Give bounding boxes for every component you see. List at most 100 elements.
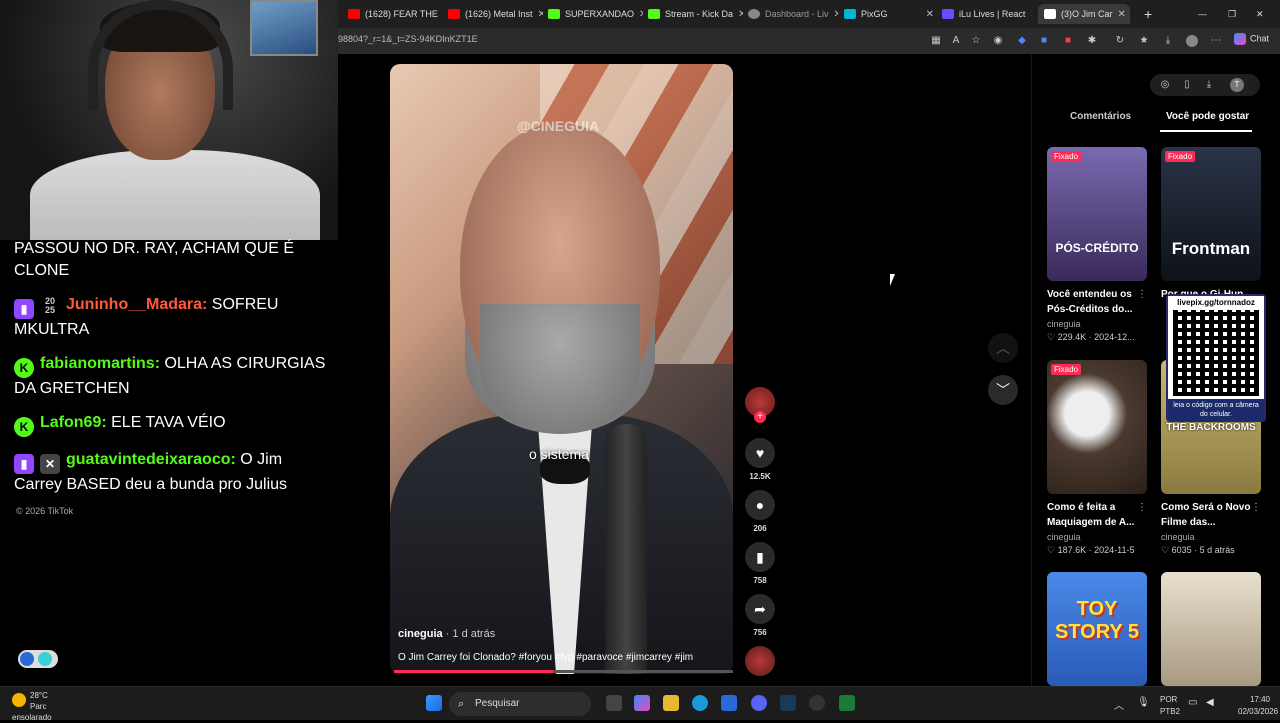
more-icon[interactable]: ⋮ [1137, 289, 1147, 300]
card-title[interactable]: Você entendeu os Pós-Créditos do... [1047, 287, 1147, 317]
browser-tab[interactable]: iLu Lives | React✕ [942, 4, 1032, 24]
close-icon[interactable]: ✕ [926, 9, 934, 20]
card-title[interactable]: Como é feita a Maquiagem de A... [1047, 500, 1147, 530]
copilot-icon[interactable] [634, 695, 650, 711]
creator-avatar[interactable]: + [745, 387, 775, 417]
share-action[interactable]: ➦756 [745, 594, 775, 637]
weather-widget[interactable]: 28°C Parc ensolarado [12, 690, 70, 723]
browser-tab-active[interactable]: (3)O Jim Car✕ [1038, 4, 1130, 24]
browser-tab[interactable]: PixGG✕ [844, 4, 934, 24]
chevron-up-icon[interactable]: ︿ [1114, 697, 1126, 709]
previous-video-button[interactable]: ︿ [988, 333, 1018, 363]
browser-tab[interactable]: Stream - Kick Da ✕ [648, 4, 743, 24]
video-card[interactable]: Fixado PÓS-CRÉDITO Você entendeu os Pós-… [1047, 147, 1147, 343]
video-card[interactable] [1161, 572, 1261, 686]
mouse-cursor [890, 274, 900, 286]
author-name[interactable]: cineguia [398, 628, 443, 640]
translate-icon[interactable]: A [950, 35, 962, 47]
next-video-button[interactable]: ﹀ [988, 375, 1018, 405]
video-player[interactable] [390, 64, 733, 674]
video-author[interactable]: cineguia · 1 d atrás [398, 628, 495, 640]
card-author[interactable]: cineguia [1161, 532, 1261, 542]
grid-icon[interactable]: ▦ [930, 35, 942, 47]
extension-icon[interactable]: ■ [1062, 35, 1074, 47]
edge-icon[interactable] [692, 695, 708, 711]
share-icon[interactable]: ➦ [745, 594, 775, 624]
extension-icon[interactable]: ◉ [992, 35, 1004, 47]
puzzle-icon[interactable]: ✱ [1086, 35, 1098, 47]
video-card[interactable]: TOY STORY 5 [1047, 572, 1147, 686]
extension-icon[interactable]: ■ [1038, 35, 1050, 47]
favorites-icon[interactable]: ★ [1138, 35, 1150, 47]
bookmark-icon[interactable]: ▮ [745, 542, 775, 572]
close-icon[interactable]: ✕ [834, 9, 838, 20]
new-tab-button[interactable]: + [1144, 4, 1158, 24]
star-icon[interactable]: ☆ [970, 35, 982, 47]
photos-icon[interactable] [721, 695, 737, 711]
shield-icon[interactable]: ◆ [1016, 35, 1028, 47]
browser-tab[interactable]: Dashboard - Liv✕ [748, 4, 838, 24]
close-icon[interactable]: ✕ [639, 9, 643, 20]
music-disc-icon[interactable] [745, 646, 775, 676]
tab-label: Stream - Kick Da [665, 9, 733, 19]
video-progress[interactable] [394, 670, 733, 673]
close-icon[interactable]: ✕ [738, 9, 743, 20]
more-icon[interactable]: ⋮ [1251, 502, 1261, 513]
card-title[interactable]: Como Será o Novo Filme das... [1161, 500, 1261, 530]
windows-start-icon[interactable] [426, 695, 442, 711]
app-icon[interactable] [839, 695, 855, 711]
overlay-toggle[interactable] [18, 650, 58, 668]
more-icon[interactable]: ⋮ [1137, 502, 1147, 513]
more-icon[interactable]: ⋯ [1210, 35, 1222, 47]
download-icon[interactable]: ⤓ [1162, 35, 1174, 47]
comment-icon[interactable]: ● [745, 490, 775, 520]
phone-icon[interactable]: ▯ [1180, 78, 1194, 92]
close-icon[interactable]: ✕ [1030, 9, 1032, 20]
tab-recommended[interactable]: Você pode gostar [1166, 111, 1249, 122]
chat-message: KLafon69: ELE TAVA VÉIO [14, 412, 334, 437]
profile-avatar[interactable] [1186, 35, 1198, 47]
compass-icon[interactable]: ◎ [1158, 78, 1172, 92]
steam-icon[interactable] [780, 695, 796, 711]
card-author[interactable]: cineguia [1047, 319, 1147, 329]
volume-icon[interactable]: ◀ [1206, 697, 1218, 709]
task-view-icon[interactable] [606, 695, 622, 711]
follow-icon[interactable]: + [754, 411, 766, 423]
maximize-button[interactable]: ❐ [1228, 4, 1242, 24]
close-icon[interactable]: ✕ [1118, 9, 1126, 20]
microphone-icon[interactable]: 🎙 [1137, 697, 1149, 709]
obs-icon[interactable] [809, 695, 825, 711]
video-thumbnail[interactable] [1161, 572, 1261, 686]
browser-tab[interactable]: (1628) FEAR THE✕ [348, 4, 443, 24]
file-explorer-icon[interactable] [663, 695, 679, 711]
network-icon[interactable]: ▭ [1188, 697, 1200, 709]
video-thumbnail[interactable]: Fixado [1047, 360, 1147, 494]
discord-icon[interactable] [751, 695, 767, 711]
chat-message: Kfabianomartins: OLHA AS CIRURGIAS DA GR… [14, 353, 334, 400]
video-thumbnail[interactable]: TOY STORY 5 [1047, 572, 1147, 686]
taskbar-search[interactable]: ⌕Pesquisar [449, 692, 591, 716]
save-action[interactable]: ▮758 [745, 542, 775, 585]
video-card[interactable]: Fixado Frontman Por que o Gi-Hun... [1161, 147, 1261, 317]
video-thumbnail[interactable]: Fixado PÓS-CRÉDITO [1047, 147, 1147, 281]
user-avatar[interactable]: T [1230, 78, 1244, 92]
copilot-chat-button[interactable]: Chat [1234, 33, 1269, 45]
card-author[interactable]: cineguia [1047, 532, 1147, 542]
chat-text: PASSOU NO DR. RAY, ACHAM QUE É CLONE [14, 240, 294, 279]
video-thumbnail[interactable]: Fixado Frontman [1161, 147, 1261, 281]
browser-tab[interactable]: (1626) Metal Inst✕ [448, 4, 543, 24]
minimize-button[interactable]: — [1198, 4, 1212, 24]
heart-icon[interactable]: ♥ [745, 438, 775, 468]
language-indicator[interactable]: PORPTB2 [1160, 694, 1180, 718]
download-icon[interactable]: ⤓ [1202, 78, 1216, 92]
comment-action[interactable]: ●206 [745, 490, 775, 533]
tab-comments[interactable]: Comentários [1070, 111, 1131, 122]
refresh-icon[interactable]: ↻ [1114, 35, 1126, 47]
window-close-button[interactable]: ✕ [1256, 4, 1270, 24]
system-clock[interactable]: 17:4002/03/2026 [1238, 694, 1270, 718]
video-card[interactable]: Fixado Como é feita a Maquiagem de A... … [1047, 360, 1147, 556]
url-field[interactable]: 98804?_r=1&_t=ZS-94KDInKZT1E [338, 34, 478, 44]
close-icon[interactable]: ✕ [538, 9, 543, 20]
browser-tab[interactable]: SUPERXANDAO✕ [548, 4, 643, 24]
like-action[interactable]: ♥12.5K [745, 438, 775, 481]
